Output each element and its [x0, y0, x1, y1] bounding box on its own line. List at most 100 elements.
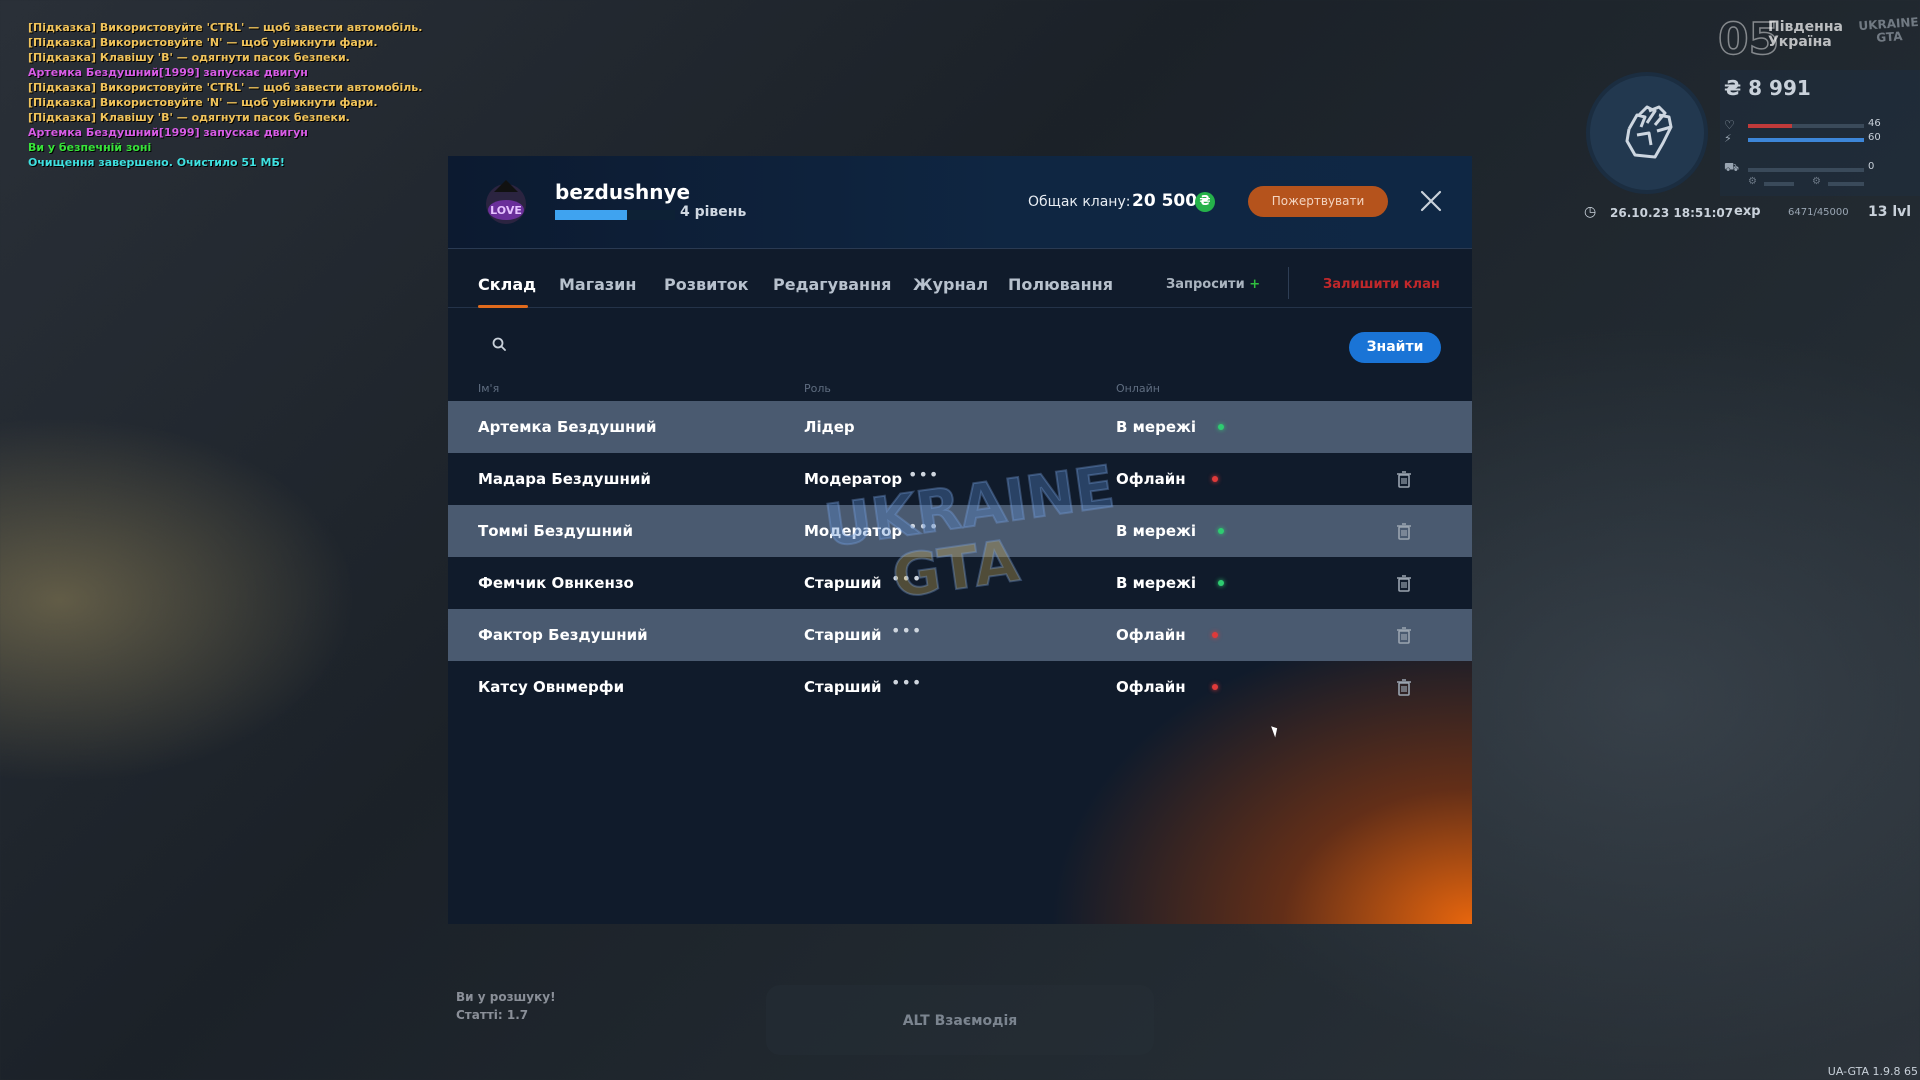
- trash-icon[interactable]: [1394, 625, 1414, 645]
- clan-tabs: Склад Магазин Розвиток Редагування Журна…: [448, 249, 1472, 308]
- member-name: Катсу Овнмерфи: [478, 678, 625, 696]
- thirst-icon: ⚙: [1812, 176, 1821, 187]
- trash-icon[interactable]: [1394, 677, 1414, 697]
- vehicle-bar: [1748, 168, 1864, 172]
- table-row[interactable]: Катсу Овнмерфи Старший ••• Офлайн: [448, 661, 1472, 713]
- find-button[interactable]: Знайти: [1349, 332, 1441, 363]
- chat-line: Артемка Бездушний[1999] запускає двигун: [28, 66, 308, 79]
- trash-icon[interactable]: [1394, 469, 1414, 489]
- online-indicator: [1218, 528, 1224, 534]
- member-role: Модератор: [804, 522, 903, 540]
- interaction-hint-panel: ALT Взаємодія: [766, 985, 1154, 1055]
- member-name: Артемка Бездушний: [478, 418, 657, 436]
- datetime: 26.10.23 18:51:07: [1610, 206, 1734, 220]
- heart-icon: ♡: [1724, 118, 1735, 132]
- clan-name: bezdushnye: [555, 180, 691, 204]
- member-status: В мережі: [1116, 574, 1197, 592]
- clan-header: LOVE bezdushnye 4 рівень Общак клану: 20…: [448, 156, 1472, 249]
- chat-log: [Підказка] Використовуйте 'CTRL' — щоб з…: [28, 20, 422, 170]
- tab-journal[interactable]: Журнал: [913, 275, 988, 294]
- chat-line: [Підказка] Використовуйте 'N' — щоб увім…: [28, 36, 378, 49]
- chat-line: Ви у безпечній зоні: [28, 141, 152, 154]
- treasury-value: 20 500: [1132, 191, 1198, 211]
- role-menu-icon[interactable]: •••: [891, 569, 922, 588]
- tab-editing[interactable]: Редагування: [773, 275, 891, 294]
- chat-line: [Підказка] Клавішу 'B' — одягнути пасок …: [28, 111, 350, 124]
- player-level: 13 lvl: [1868, 204, 1912, 220]
- role-menu-icon[interactable]: •••: [908, 517, 939, 536]
- member-status: Офлайн: [1116, 626, 1186, 644]
- chat-line: Артемка Бездушний[1999] запускає двигун: [28, 126, 308, 139]
- invite-label: Запросити: [1166, 277, 1245, 292]
- online-indicator: [1218, 580, 1224, 586]
- offline-indicator: [1212, 684, 1218, 690]
- online-indicator: [1218, 424, 1224, 430]
- tab-storage[interactable]: Склад: [478, 275, 536, 294]
- invite-button[interactable]: Запросити +: [1166, 277, 1260, 292]
- clan-window: LOVE bezdushnye 4 рівень Общак клану: 20…: [448, 156, 1472, 924]
- member-status: В мережі: [1116, 522, 1197, 540]
- tab-hunting[interactable]: Полювання: [1008, 275, 1113, 294]
- chat-line: [Підказка] Клавішу 'B' — одягнути пасок …: [28, 51, 350, 64]
- column-header-role: Роль: [804, 382, 831, 395]
- member-status: В мережі: [1116, 418, 1197, 436]
- trash-icon[interactable]: [1394, 521, 1414, 541]
- chat-line: Очищення завершено. Очистило 51 МБ!: [28, 156, 285, 169]
- armor-bar: [1748, 138, 1864, 142]
- donate-button[interactable]: Пожертвувати: [1248, 186, 1388, 217]
- offline-indicator: [1212, 632, 1218, 638]
- column-header-online: Онлайн: [1116, 382, 1160, 395]
- interaction-hint: ALT Взаємодія: [902, 1013, 1018, 1029]
- close-icon[interactable]: [1416, 186, 1446, 216]
- divider: [1288, 267, 1289, 299]
- table-row[interactable]: Фактор Бездушний Старший ••• Офлайн: [448, 609, 1472, 661]
- member-name: Мадара Бездушний: [478, 470, 651, 488]
- hunger-bar: [1764, 182, 1794, 186]
- hud-bottom-bar: ◷ 26.10.23 18:51:07 exp 6471/45000 13 lv…: [1584, 204, 1920, 224]
- health-bar: [1748, 124, 1864, 128]
- member-status: Офлайн: [1116, 678, 1186, 696]
- armor-icon: ⚡: [1724, 132, 1732, 145]
- table-row[interactable]: Томмі Бездушний Модератор ••• В мережі: [448, 505, 1472, 557]
- search-icon: [492, 337, 506, 351]
- treasury-label: Общак клану:: [1028, 194, 1131, 210]
- game-logo: UKRAINE GTA: [1857, 14, 1920, 45]
- vehicle-icon: ⛟: [1724, 160, 1740, 174]
- member-role: Старший: [804, 626, 882, 644]
- clan-level: 4 рівень: [680, 204, 747, 220]
- member-status: Офлайн: [1116, 470, 1186, 488]
- trash-icon[interactable]: [1394, 573, 1414, 593]
- tab-development[interactable]: Розвиток: [664, 275, 748, 294]
- leave-clan-button[interactable]: Залишити клан: [1323, 277, 1440, 292]
- clan-xp-bar: [555, 210, 675, 220]
- exp-value: 6471/45000: [1788, 207, 1849, 218]
- plus-icon: +: [1249, 277, 1261, 292]
- tab-shop[interactable]: Магазин: [559, 275, 636, 294]
- member-role: Модератор: [804, 470, 903, 488]
- table-row[interactable]: Фемчик Овнкензо Старший ••• В мережі: [448, 557, 1472, 609]
- version-label: UA-GTA 1.9.8 65: [1827, 1065, 1918, 1078]
- offline-indicator: [1212, 476, 1218, 482]
- wanted-title: Ви у розшуку!: [456, 990, 556, 1004]
- health-value: 46: [1868, 118, 1881, 129]
- chat-line: [Підказка] Використовуйте 'CTRL' — щоб з…: [28, 21, 423, 34]
- vehicle-value: 0: [1868, 161, 1875, 172]
- zone-name: Південна Україна: [1768, 19, 1843, 50]
- column-header-name: Ім'я: [478, 382, 500, 395]
- role-menu-icon[interactable]: •••: [891, 621, 922, 640]
- chat-line: [Підказка] Використовуйте 'CTRL' — щоб з…: [28, 81, 423, 94]
- role-menu-icon[interactable]: •••: [891, 673, 922, 692]
- table-row[interactable]: Артемка Бездушний Лідер В мережі: [448, 401, 1472, 453]
- hunger-icon: ⚙: [1748, 176, 1757, 187]
- member-name: Фемчик Овнкензо: [478, 574, 634, 592]
- role-menu-icon[interactable]: •••: [908, 465, 939, 484]
- member-role: Старший: [804, 678, 882, 696]
- clan-xp-fill: [555, 210, 627, 220]
- member-search: [478, 328, 1328, 360]
- member-name: Томмі Бездушний: [478, 522, 633, 540]
- active-tab-indicator: [478, 305, 528, 308]
- search-input[interactable]: [520, 328, 1304, 360]
- chat-line: [Підказка] Використовуйте 'N' — щоб увім…: [28, 96, 378, 109]
- clock-icon: ◷: [1584, 204, 1597, 220]
- table-row[interactable]: Мадара Бездушний Модератор ••• Офлайн: [448, 453, 1472, 505]
